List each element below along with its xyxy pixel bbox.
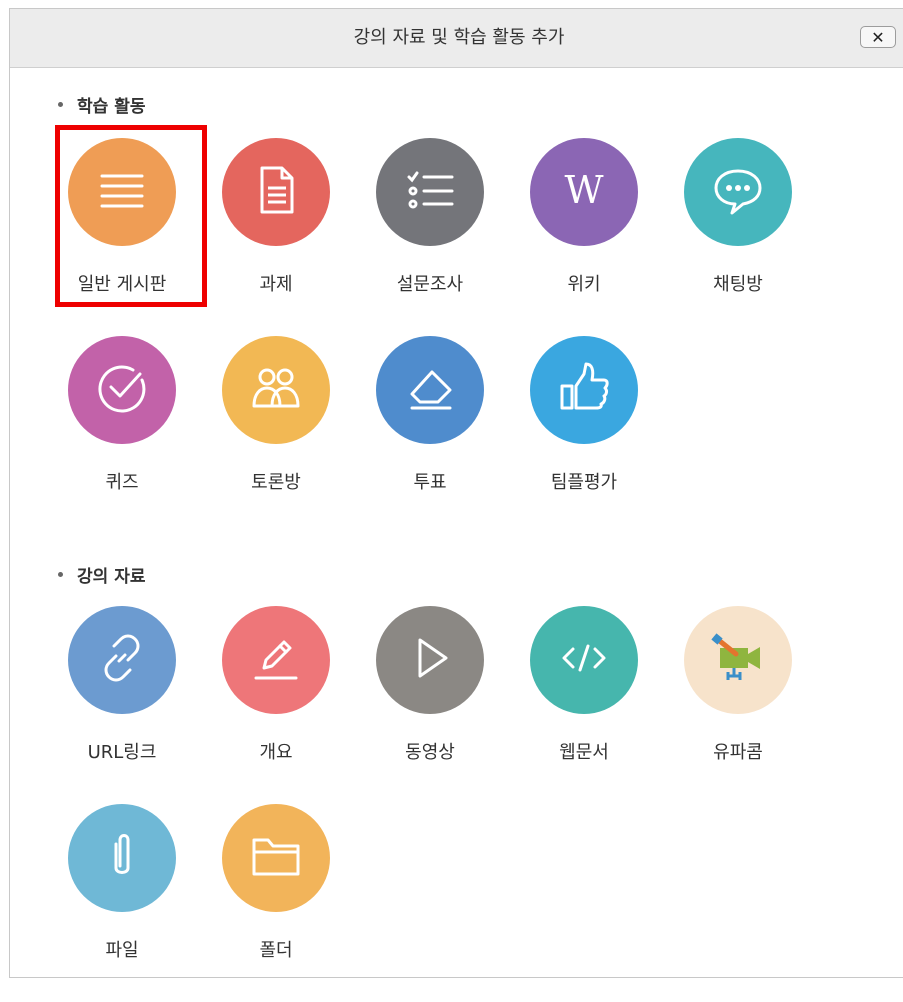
item-circle	[68, 804, 176, 912]
close-button[interactable]: ✕	[860, 26, 896, 48]
item-file[interactable]: 파일	[45, 804, 199, 1002]
video-camera-icon	[708, 628, 768, 692]
item-circle	[68, 336, 176, 444]
item-vote[interactable]: 투표	[353, 336, 507, 534]
item-circle	[530, 336, 638, 444]
item-label: 팀플평가	[550, 472, 618, 493]
item-label: 위키	[567, 274, 601, 295]
item-quiz[interactable]: 퀴즈	[45, 336, 199, 534]
item-label: 토론방	[251, 472, 301, 493]
item-label: 일반 게시판	[77, 274, 167, 295]
folder-icon	[246, 826, 306, 890]
item-general-board[interactable]: 일반 게시판	[45, 138, 199, 336]
pencil-icon	[246, 628, 306, 692]
link-icon	[92, 628, 152, 692]
item-upacom[interactable]: 유파콤	[661, 606, 815, 804]
item-label: 웹문서	[559, 742, 609, 763]
item-circle	[222, 606, 330, 714]
item-label: 채팅방	[713, 274, 763, 295]
item-url-link[interactable]: URL링크	[45, 606, 199, 804]
item-web-document[interactable]: 웹문서	[507, 606, 661, 804]
checkmark-circle-icon	[92, 358, 152, 422]
checklist-icon	[400, 160, 460, 224]
svg-text:W: W	[564, 168, 603, 212]
item-discussion[interactable]: 토론방	[199, 336, 353, 534]
item-circle	[684, 138, 792, 246]
item-label: 투표	[413, 472, 447, 493]
wiki-icon: W	[554, 160, 614, 224]
item-wiki[interactable]: W 위키	[507, 138, 661, 336]
item-label: 파일	[105, 940, 139, 961]
item-label: 폴더	[259, 940, 293, 961]
section-title-resources: 강의 자료	[58, 562, 145, 587]
item-label: URL링크	[87, 742, 157, 763]
item-label: 유파콤	[713, 742, 763, 763]
item-circle	[376, 336, 484, 444]
dialog-title: 강의 자료 및 학습 활동 추가	[353, 27, 565, 48]
item-circle	[222, 336, 330, 444]
item-assignment[interactable]: 과제	[199, 138, 353, 336]
item-label: 과제	[259, 274, 293, 295]
item-label: 개요	[259, 742, 293, 763]
play-icon	[400, 628, 460, 692]
item-circle	[68, 606, 176, 714]
section-title-text: 학습 활동	[77, 97, 146, 117]
bullet-icon	[58, 572, 63, 577]
item-team-evaluation[interactable]: 팀플평가	[507, 336, 661, 534]
item-circle	[530, 606, 638, 714]
eraser-icon	[400, 358, 460, 422]
section-title-text: 강의 자료	[77, 567, 146, 587]
people-icon	[246, 358, 306, 422]
item-video[interactable]: 동영상	[353, 606, 507, 804]
item-label: 설문조사	[396, 274, 464, 295]
resources-grid: URL링크 개요 동영상 웹문서 유파콤 파일 폴더	[45, 606, 815, 1002]
dialog-header: 강의 자료 및 학습 활동 추가 ✕	[10, 9, 903, 68]
board-lines-icon	[92, 160, 152, 224]
code-icon	[554, 628, 614, 692]
item-circle: W	[530, 138, 638, 246]
item-circle	[222, 138, 330, 246]
item-label: 동영상	[405, 742, 455, 763]
paperclip-icon	[92, 826, 152, 890]
section-title-activities: 학습 활동	[58, 92, 145, 117]
item-chat-room[interactable]: 채팅방	[661, 138, 815, 336]
document-icon	[246, 160, 306, 224]
item-circle	[68, 138, 176, 246]
item-folder[interactable]: 폴더	[199, 804, 353, 1002]
thumbs-up-icon	[554, 358, 614, 422]
item-circle	[222, 804, 330, 912]
item-survey[interactable]: 설문조사	[353, 138, 507, 336]
item-circle	[376, 138, 484, 246]
item-overview[interactable]: 개요	[199, 606, 353, 804]
activities-grid: 일반 게시판 과제 설문조사 W 위키 채팅방 퀴즈 토론방 투표 팀플평가	[45, 138, 815, 534]
item-circle	[684, 606, 792, 714]
chat-bubble-icon	[708, 160, 768, 224]
item-circle	[376, 606, 484, 714]
bullet-icon	[58, 102, 63, 107]
item-label: 퀴즈	[105, 472, 139, 493]
